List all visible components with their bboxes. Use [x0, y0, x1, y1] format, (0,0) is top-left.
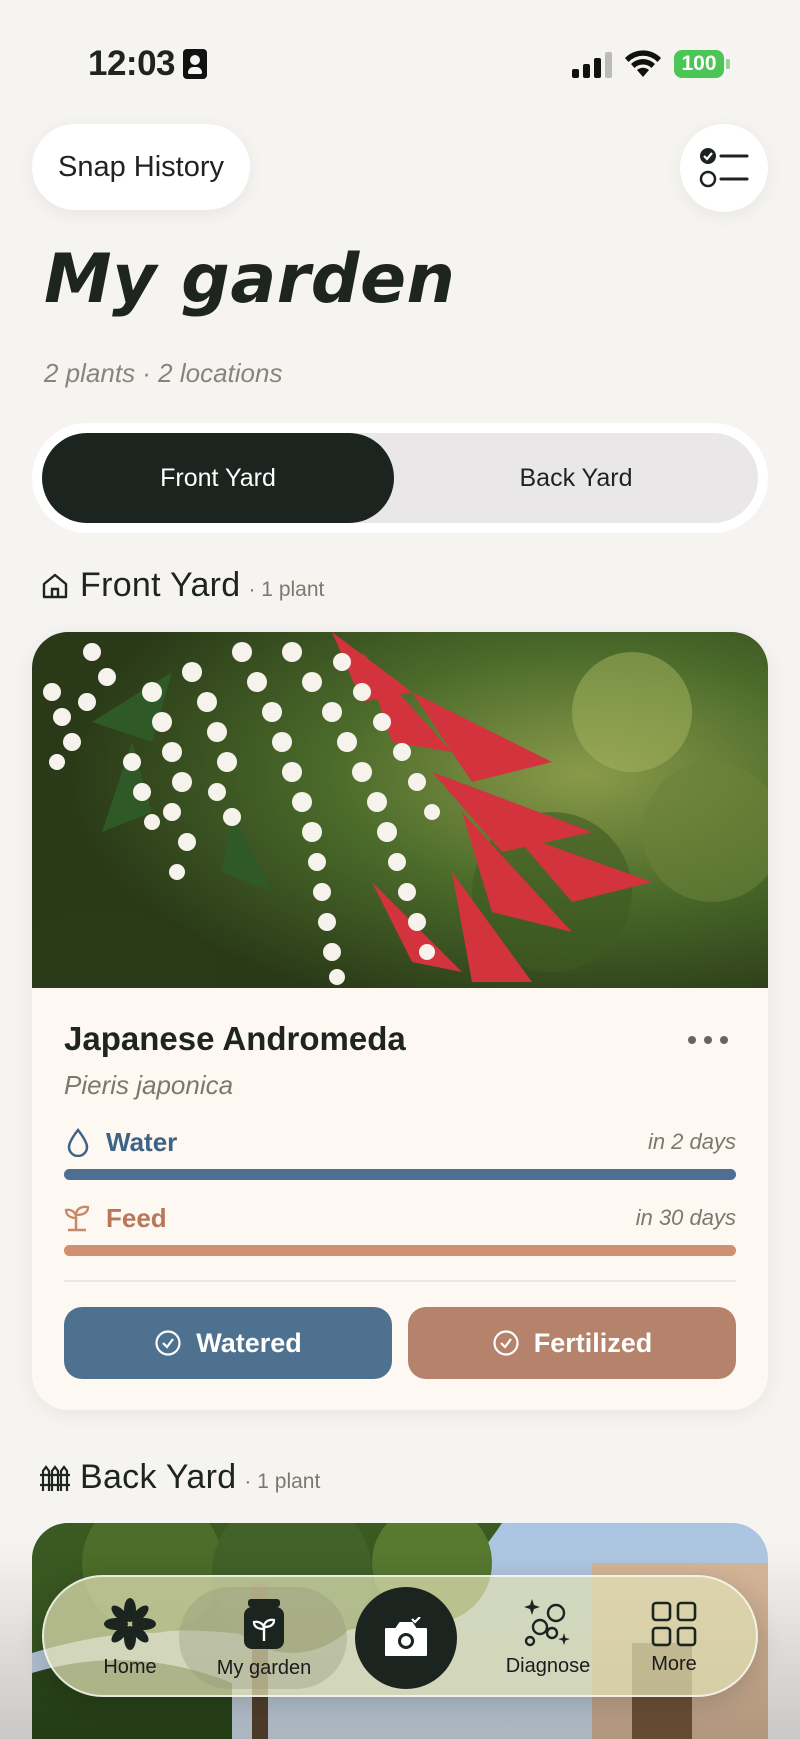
- section-count: · 1 plant: [244, 1470, 321, 1493]
- checklist-button[interactable]: [680, 124, 768, 212]
- camera-icon: [385, 1617, 427, 1656]
- card-divider: [64, 1280, 736, 1282]
- tab-more[interactable]: More: [624, 1577, 724, 1699]
- fertilized-button-label: Fertilized: [533, 1327, 653, 1358]
- section-title: Front Yard: [80, 566, 241, 604]
- water-progress-bar: [64, 1169, 736, 1180]
- contact-card-icon: [183, 49, 207, 79]
- status-time: 12:03: [88, 44, 176, 83]
- water-schedule-row: Water in 2 days: [64, 1122, 736, 1162]
- tab-label: My garden: [216, 1656, 312, 1679]
- tab-label: More: [651, 1652, 697, 1675]
- fertilized-button[interactable]: Fertilized: [408, 1307, 736, 1379]
- plant-card[interactable]: Japanese Andromeda Pieris japonica Water…: [32, 632, 768, 1410]
- page-title: My garden: [44, 240, 456, 319]
- tab-home[interactable]: Home: [80, 1577, 180, 1699]
- tab-label: Home: [103, 1655, 157, 1678]
- flower-icon: [104, 1597, 156, 1650]
- water-label: Water: [106, 1126, 178, 1157]
- plant-photo: [32, 632, 768, 988]
- more-options-button[interactable]: [688, 1030, 728, 1050]
- location-segmented-control: Front Yard Back Yard: [32, 423, 768, 533]
- tab-diagnose[interactable]: Diagnose: [490, 1577, 606, 1699]
- watered-button-label: Watered: [196, 1327, 302, 1358]
- check-circle-icon: [155, 1330, 181, 1356]
- feed-progress-fill: [64, 1245, 736, 1256]
- wifi-icon: [625, 50, 661, 77]
- tab-front-yard[interactable]: Front Yard: [42, 433, 394, 523]
- feed-label: Feed: [106, 1202, 167, 1233]
- plant-scientific-name: Pieris japonica: [64, 1070, 234, 1100]
- checklist-icon: [699, 148, 749, 188]
- plant-pot-icon: [244, 1598, 284, 1649]
- feed-due: in 30 days: [635, 1205, 736, 1230]
- water-progress-fill: [64, 1169, 736, 1180]
- house-icon: [42, 573, 68, 598]
- section-title: Back Yard: [80, 1458, 237, 1496]
- watered-button[interactable]: Watered: [64, 1307, 392, 1379]
- feed-progress-bar: [64, 1245, 736, 1256]
- plant-name: Japanese Andromeda: [64, 1020, 406, 1057]
- tab-my-garden[interactable]: My garden: [184, 1577, 344, 1699]
- water-drop-icon: [67, 1128, 89, 1157]
- sprout-icon: [64, 1205, 90, 1232]
- sparkle-diagnose-icon: [524, 1598, 570, 1646]
- section-header-back-yard: Back Yard · 1 plant: [40, 1458, 320, 1497]
- check-circle-icon: [493, 1330, 519, 1356]
- snap-history-button[interactable]: Snap History: [32, 124, 250, 210]
- page-subtitle: 2 plants · 2 locations: [44, 358, 283, 388]
- grid-icon: [651, 1601, 697, 1646]
- feed-schedule-row: Feed in 30 days: [64, 1198, 736, 1238]
- tab-back-yard[interactable]: Back Yard: [394, 433, 758, 523]
- section-header-front-yard: Front Yard · 1 plant: [40, 566, 324, 605]
- fence-icon: [40, 1464, 70, 1491]
- cellular-signal-icon: [572, 52, 612, 78]
- tab-label: Diagnose: [505, 1654, 591, 1677]
- camera-button[interactable]: [355, 1587, 457, 1689]
- battery-indicator: 100: [674, 50, 730, 78]
- water-due: in 2 days: [647, 1129, 736, 1154]
- section-count: · 1 plant: [248, 578, 325, 601]
- status-bar: 12:03 100: [0, 0, 800, 130]
- bottom-tab-bar: Home My garden Diagnose More: [42, 1575, 758, 1697]
